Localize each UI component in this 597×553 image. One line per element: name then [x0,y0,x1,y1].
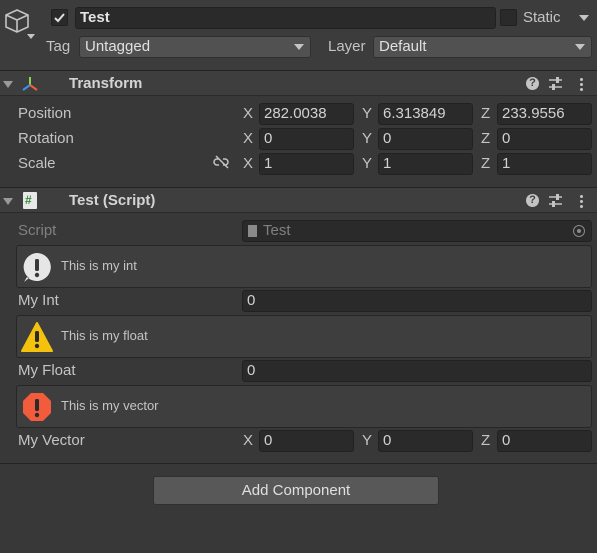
active-checkbox[interactable] [51,9,68,26]
transform-header[interactable]: Transform ? [0,70,597,96]
scale-z-field[interactable]: 1 [497,153,592,175]
divider [0,463,597,464]
script-object-field: Test [242,220,592,242]
position-y-axis-label[interactable]: Y [362,104,372,124]
rotation-z-axis-label[interactable]: Z [481,129,490,149]
error-icon [21,391,53,423]
script-file-icon: # [23,192,37,209]
vector-y-axis-label[interactable]: Y [362,431,372,451]
script-file-icon [248,225,257,237]
context-menu-icon[interactable] [580,76,583,93]
layer-dropdown[interactable]: Default [373,36,592,58]
position-z-field[interactable]: 233.9556 [497,103,592,125]
script-value: Test [263,222,291,239]
constrain-proportions-link-icon[interactable] [213,155,231,171]
vector-z-field[interactable]: 0 [497,430,592,452]
my-float-label: My Float [18,362,76,379]
scale-x-field[interactable]: 1 [259,153,354,175]
context-menu-icon[interactable] [580,193,583,210]
warning-help-text: This is my float [61,328,148,343]
rotation-y-field[interactable]: 0 [378,128,473,150]
vector-x-axis-label[interactable]: X [243,431,253,451]
error-help-text: This is my vector [61,398,159,413]
static-checkbox[interactable] [500,9,517,26]
foldout-arrow-icon[interactable] [3,81,13,88]
my-float-field[interactable]: 0 [242,360,592,382]
layer-label: Layer [328,38,366,55]
static-dropdown-arrow-icon[interactable] [579,15,589,21]
rotation-z-field[interactable]: 0 [497,128,592,150]
script-label: Script [18,222,57,239]
help-icon[interactable]: ? [526,194,539,207]
foldout-arrow-icon[interactable] [3,198,13,205]
chevron-down-icon [575,44,585,50]
my-vector-label: My Vector [18,432,85,449]
rotation-label: Rotation [18,130,74,147]
position-x-field[interactable]: 282.0038 [259,103,354,125]
object-name-field[interactable]: Test [75,7,496,29]
script-component-header[interactable]: # Test (Script) ? [0,187,597,213]
gameobject-cube-icon[interactable] [3,7,31,35]
checkmark-icon [54,13,65,23]
presets-icon[interactable] [548,193,563,208]
object-header: Test Static Tag Untagged Layer Default [0,0,597,71]
tag-value: Untagged [85,38,151,55]
info-help-text: This is my int [61,258,137,273]
help-icon[interactable]: ? [526,77,539,90]
scale-x-axis-label[interactable]: X [243,154,253,174]
position-x-axis-label[interactable]: X [243,104,253,124]
script-component-title: Test (Script) [69,192,156,209]
tag-dropdown[interactable]: Untagged [79,36,311,58]
vector-x-field[interactable]: 0 [259,430,354,452]
transform-icon [20,74,40,94]
scale-z-axis-label[interactable]: Z [481,154,490,174]
chevron-down-icon [294,44,304,50]
icon-dropdown-arrow-icon[interactable] [27,34,35,39]
scale-y-axis-label[interactable]: Y [362,154,372,174]
layer-value: Default [379,38,427,55]
scale-y-field[interactable]: 1 [378,153,473,175]
info-helpbox: This is my int [16,245,592,288]
static-label: Static [523,9,561,26]
my-int-field[interactable]: 0 [242,290,592,312]
error-helpbox: This is my vector [16,385,592,428]
tag-label: Tag [46,38,71,55]
vector-y-field[interactable]: 0 [378,430,473,452]
transform-title: Transform [69,75,143,92]
warning-icon [21,321,53,353]
add-component-button[interactable]: Add Component [153,476,439,505]
rotation-x-axis-label[interactable]: X [243,129,253,149]
position-y-field[interactable]: 6.313849 [378,103,473,125]
warning-helpbox: This is my float [16,315,592,358]
position-z-axis-label[interactable]: Z [481,104,490,124]
object-picker-icon[interactable] [573,225,585,237]
presets-icon[interactable] [548,76,563,91]
rotation-y-axis-label[interactable]: Y [362,129,372,149]
vector-z-axis-label[interactable]: Z [481,431,490,451]
rotation-x-field[interactable]: 0 [259,128,354,150]
scale-label: Scale [18,155,56,172]
info-icon [21,251,53,283]
my-int-label: My Int [18,292,59,309]
position-label: Position [18,105,72,122]
